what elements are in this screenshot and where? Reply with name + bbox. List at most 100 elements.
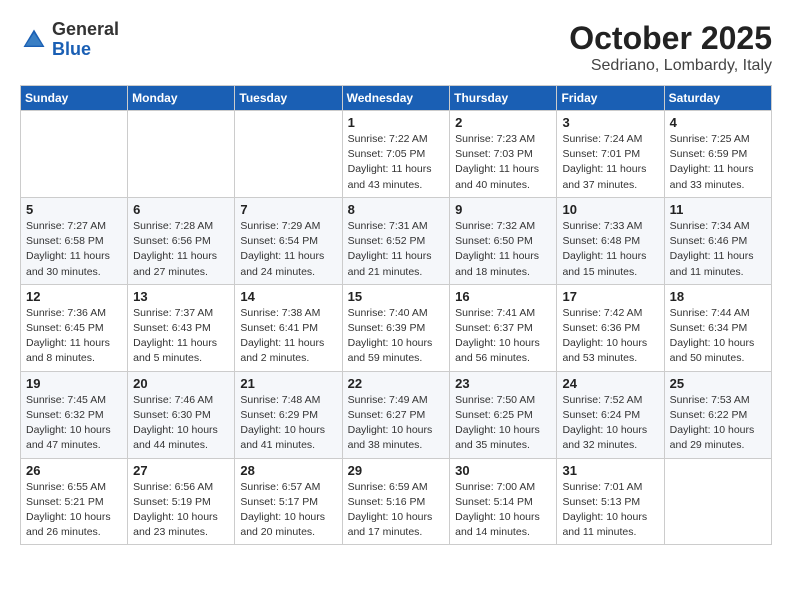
day-info: Sunrise: 7:24 AM Sunset: 7:01 PM Dayligh… — [562, 132, 658, 193]
day-number: 23 — [455, 376, 551, 391]
day-info: Sunrise: 7:46 AM Sunset: 6:30 PM Dayligh… — [133, 393, 229, 454]
day-info: Sunrise: 7:42 AM Sunset: 6:36 PM Dayligh… — [562, 306, 658, 367]
day-info: Sunrise: 7:49 AM Sunset: 6:27 PM Dayligh… — [348, 393, 445, 454]
calendar-cell: 19Sunrise: 7:45 AM Sunset: 6:32 PM Dayli… — [21, 371, 128, 458]
day-number: 28 — [240, 463, 336, 478]
day-info: Sunrise: 7:22 AM Sunset: 7:05 PM Dayligh… — [348, 132, 445, 193]
calendar-header-row: SundayMondayTuesdayWednesdayThursdayFrid… — [21, 86, 772, 111]
day-number: 14 — [240, 289, 336, 304]
day-info: Sunrise: 7:28 AM Sunset: 6:56 PM Dayligh… — [133, 219, 229, 280]
day-info: Sunrise: 7:53 AM Sunset: 6:22 PM Dayligh… — [670, 393, 766, 454]
location-title: Sedriano, Lombardy, Italy — [569, 57, 772, 75]
weekday-header-friday: Friday — [557, 86, 664, 111]
day-number: 7 — [240, 202, 336, 217]
calendar-cell — [235, 111, 342, 198]
calendar-cell: 29 Sunrise: 6:59 AM Sunset: 5:16 PM Dayli… — [342, 458, 450, 545]
day-number: 9 — [455, 202, 551, 217]
day-number: 16 — [455, 289, 551, 304]
calendar-cell: 11 Sunrise: 7:34 AM Sunset: 6:46 PM Dayli… — [664, 197, 771, 284]
day-number: 20 — [133, 376, 229, 391]
calendar-cell: 2Sunrise: 7:23 AM Sunset: 7:03 PM Daylig… — [450, 111, 557, 198]
calendar-cell: 25Sunrise: 7:53 AM Sunset: 6:22 PM Dayli… — [664, 371, 771, 458]
calendar-week-row: 12 Sunrise: 7:36 AM Sunset: 6:45 PM Dayli… — [21, 284, 772, 371]
calendar-week-row: 19Sunrise: 7:45 AM Sunset: 6:32 PM Dayli… — [21, 371, 772, 458]
day-info: Sunrise: 7:34 AM Sunset: 6:46 PM Dayligh… — [670, 219, 766, 280]
day-info: Sunrise: 7:52 AM Sunset: 6:24 PM Dayligh… — [562, 393, 658, 454]
day-number: 22 — [348, 376, 445, 391]
calendar-week-row: 26Sunrise: 6:55 AM Sunset: 5:21 PM Dayli… — [21, 458, 772, 545]
calendar-cell: 30 Sunrise: 7:00 AM Sunset: 5:14 PM Dayli… — [450, 458, 557, 545]
calendar-cell: 8 Sunrise: 7:31 AM Sunset: 6:52 PM Daylig… — [342, 197, 450, 284]
month-title: October 2025 — [569, 20, 772, 57]
day-number: 6 — [133, 202, 229, 217]
calendar-cell — [21, 111, 128, 198]
day-number: 10 — [562, 202, 658, 217]
calendar-cell: 10 Sunrise: 7:33 AM Sunset: 6:48 PM Dayli… — [557, 197, 664, 284]
calendar-cell: 17 Sunrise: 7:42 AM Sunset: 6:36 PM Dayli… — [557, 284, 664, 371]
day-info: Sunrise: 7:41 AM Sunset: 6:37 PM Dayligh… — [455, 306, 551, 367]
day-info: Sunrise: 6:56 AM Sunset: 5:19 PM Dayligh… — [133, 480, 229, 541]
calendar-cell — [664, 458, 771, 545]
day-info: Sunrise: 7:25 AM Sunset: 6:59 PM Dayligh… — [670, 132, 766, 193]
day-info: Sunrise: 7:37 AM Sunset: 6:43 PM Dayligh… — [133, 306, 229, 367]
weekday-header-tuesday: Tuesday — [235, 86, 342, 111]
title-block: October 2025 Sedriano, Lombardy, Italy — [569, 20, 772, 75]
calendar-cell: 16 Sunrise: 7:41 AM Sunset: 6:37 PM Dayli… — [450, 284, 557, 371]
calendar-week-row: 1 Sunrise: 7:22 AM Sunset: 7:05 PM Daylig… — [21, 111, 772, 198]
calendar-cell: 26Sunrise: 6:55 AM Sunset: 5:21 PM Dayli… — [21, 458, 128, 545]
day-number: 17 — [562, 289, 658, 304]
day-number: 24 — [562, 376, 658, 391]
day-info: Sunrise: 6:57 AM Sunset: 5:17 PM Dayligh… — [240, 480, 336, 541]
day-number: 8 — [348, 202, 445, 217]
logo-blue-text: Blue — [52, 39, 91, 59]
day-info: Sunrise: 7:32 AM Sunset: 6:50 PM Dayligh… — [455, 219, 551, 280]
calendar-cell: 14 Sunrise: 7:38 AM Sunset: 6:41 PM Dayli… — [235, 284, 342, 371]
page-header: General Blue October 2025 Sedriano, Lomb… — [20, 20, 772, 75]
day-info: Sunrise: 7:31 AM Sunset: 6:52 PM Dayligh… — [348, 219, 445, 280]
day-info: Sunrise: 6:59 AM Sunset: 5:16 PM Dayligh… — [348, 480, 445, 541]
day-number: 11 — [670, 202, 766, 217]
calendar-cell: 5 Sunrise: 7:27 AM Sunset: 6:58 PM Daylig… — [21, 197, 128, 284]
calendar-cell: 28 Sunrise: 6:57 AM Sunset: 5:17 PM Dayli… — [235, 458, 342, 545]
calendar-cell: 4Sunrise: 7:25 AM Sunset: 6:59 PM Daylig… — [664, 111, 771, 198]
calendar-cell: 12 Sunrise: 7:36 AM Sunset: 6:45 PM Dayli… — [21, 284, 128, 371]
day-number: 31 — [562, 463, 658, 478]
day-number: 27 — [133, 463, 229, 478]
calendar-cell: 18Sunrise: 7:44 AM Sunset: 6:34 PM Dayli… — [664, 284, 771, 371]
calendar-cell: 3 Sunrise: 7:24 AM Sunset: 7:01 PM Daylig… — [557, 111, 664, 198]
day-info: Sunrise: 7:33 AM Sunset: 6:48 PM Dayligh… — [562, 219, 658, 280]
day-info: Sunrise: 7:00 AM Sunset: 5:14 PM Dayligh… — [455, 480, 551, 541]
calendar-cell: 22 Sunrise: 7:49 AM Sunset: 6:27 PM Dayli… — [342, 371, 450, 458]
weekday-header-monday: Monday — [128, 86, 235, 111]
calendar-cell: 31Sunrise: 7:01 AM Sunset: 5:13 PM Dayli… — [557, 458, 664, 545]
day-info: Sunrise: 7:40 AM Sunset: 6:39 PM Dayligh… — [348, 306, 445, 367]
day-number: 13 — [133, 289, 229, 304]
day-number: 21 — [240, 376, 336, 391]
day-number: 30 — [455, 463, 551, 478]
day-number: 3 — [562, 115, 658, 130]
logo: General Blue — [20, 20, 119, 60]
day-info: Sunrise: 7:27 AM Sunset: 6:58 PM Dayligh… — [26, 219, 122, 280]
calendar-cell: 13 Sunrise: 7:37 AM Sunset: 6:43 PM Dayli… — [128, 284, 235, 371]
calendar-cell: 27 Sunrise: 6:56 AM Sunset: 5:19 PM Dayli… — [128, 458, 235, 545]
day-number: 1 — [348, 115, 445, 130]
day-number: 19 — [26, 376, 122, 391]
calendar-cell: 7 Sunrise: 7:29 AM Sunset: 6:54 PM Daylig… — [235, 197, 342, 284]
day-number: 29 — [348, 463, 445, 478]
calendar-cell: 24 Sunrise: 7:52 AM Sunset: 6:24 PM Dayli… — [557, 371, 664, 458]
day-info: Sunrise: 7:36 AM Sunset: 6:45 PM Dayligh… — [26, 306, 122, 367]
calendar-cell: 15Sunrise: 7:40 AM Sunset: 6:39 PM Dayli… — [342, 284, 450, 371]
calendar-cell — [128, 111, 235, 198]
day-number: 2 — [455, 115, 551, 130]
day-info: Sunrise: 7:29 AM Sunset: 6:54 PM Dayligh… — [240, 219, 336, 280]
day-number: 12 — [26, 289, 122, 304]
day-number: 18 — [670, 289, 766, 304]
calendar-table: SundayMondayTuesdayWednesdayThursdayFrid… — [20, 85, 772, 545]
day-number: 5 — [26, 202, 122, 217]
day-info: Sunrise: 7:38 AM Sunset: 6:41 PM Dayligh… — [240, 306, 336, 367]
calendar-cell: 20 Sunrise: 7:46 AM Sunset: 6:30 PM Dayli… — [128, 371, 235, 458]
calendar-cell: 23Sunrise: 7:50 AM Sunset: 6:25 PM Dayli… — [450, 371, 557, 458]
day-number: 26 — [26, 463, 122, 478]
logo-icon — [20, 26, 48, 54]
day-info: Sunrise: 7:48 AM Sunset: 6:29 PM Dayligh… — [240, 393, 336, 454]
